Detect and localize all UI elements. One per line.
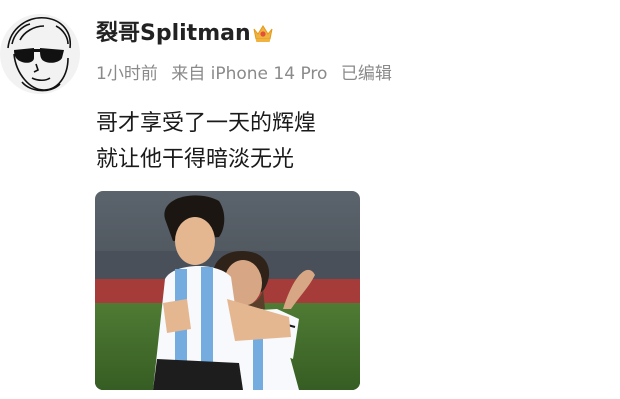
avatar[interactable]	[0, 4, 80, 100]
post-line-1: 哥才享受了一天的辉煌	[96, 111, 317, 136]
post-meta: 1小时前 来自 iPhone 14 Pro 已编辑	[96, 62, 392, 86]
post-photo[interactable]	[95, 191, 360, 390]
post-edited-label[interactable]: 已编辑	[341, 64, 392, 84]
post-body: 哥才享受了一天的辉煌 就让他干得暗淡无光	[96, 106, 316, 178]
crown-icon	[252, 22, 274, 44]
post-line-2: 就让他干得暗淡无光	[96, 147, 295, 172]
post-source[interactable]: 来自 iPhone 14 Pro	[171, 64, 327, 84]
author-name[interactable]: 裂哥Splitman	[96, 20, 251, 48]
post-time: 1小时前	[96, 64, 158, 84]
